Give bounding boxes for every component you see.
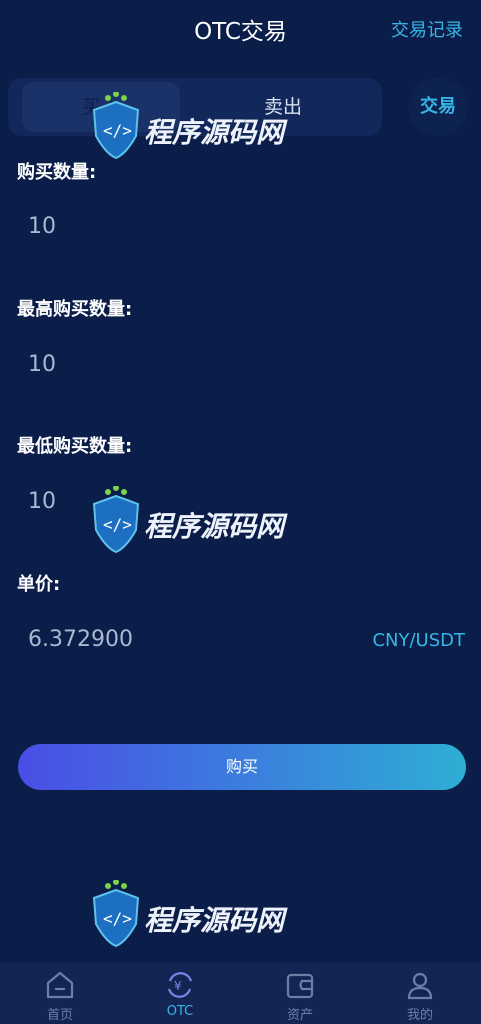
svg-text:¥: ¥ [174, 979, 182, 993]
buy-button[interactable]: 购买 [18, 744, 466, 790]
max-quantity-label: 最高购买数量: [17, 299, 133, 320]
user-icon [404, 969, 436, 1001]
tab-label: 资产 [286, 1008, 313, 1023]
otc-icon: ¥ [164, 969, 196, 1001]
svg-text:</>: </> [103, 909, 132, 928]
buy-quantity-label: 购买数量: [17, 162, 97, 183]
unit-price-label: 单价: [17, 574, 61, 595]
tab-home[interactable]: 首页 [0, 963, 120, 1024]
svg-text:</>: </> [103, 121, 132, 140]
tab-mine[interactable]: 我的 [360, 963, 480, 1024]
svg-text:程序源码网: 程序源码网 [144, 510, 288, 543]
home-icon [44, 969, 76, 1001]
svg-text:程序源码网: 程序源码网 [144, 904, 288, 937]
watermark-logo: </> 程序源码网 [86, 879, 296, 960]
wallet-icon [284, 969, 316, 1001]
trade-button[interactable]: 交易 [408, 78, 468, 136]
tab-otc[interactable]: ¥ OTC [120, 963, 240, 1024]
header: OTC交易 交易记录 [0, 0, 481, 58]
tab-assets[interactable]: 资产 [240, 963, 360, 1024]
max-quantity-input[interactable]: 10 [28, 352, 56, 377]
tab-label: OTC [166, 1004, 194, 1019]
watermark-logo: </> 程序源码网 [86, 91, 296, 172]
min-quantity-input[interactable]: 10 [28, 489, 56, 514]
trade-records-link[interactable]: 交易记录 [391, 16, 463, 42]
currency-pair: CNY/USDT [372, 630, 465, 651]
svg-text:程序源码网: 程序源码网 [144, 116, 288, 149]
buy-quantity-input[interactable]: 10 [28, 214, 56, 239]
bottom-tab-bar: 首页 ¥ OTC 资产 我的 [0, 963, 481, 1024]
watermark-logo: </> 程序源码网 [86, 485, 296, 566]
tab-label: 我的 [406, 1008, 433, 1023]
min-quantity-label: 最低购买数量: [17, 436, 133, 457]
tab-label: 首页 [46, 1008, 73, 1023]
svg-text:</>: </> [103, 515, 132, 534]
unit-price-value: 6.372900 [28, 627, 133, 652]
